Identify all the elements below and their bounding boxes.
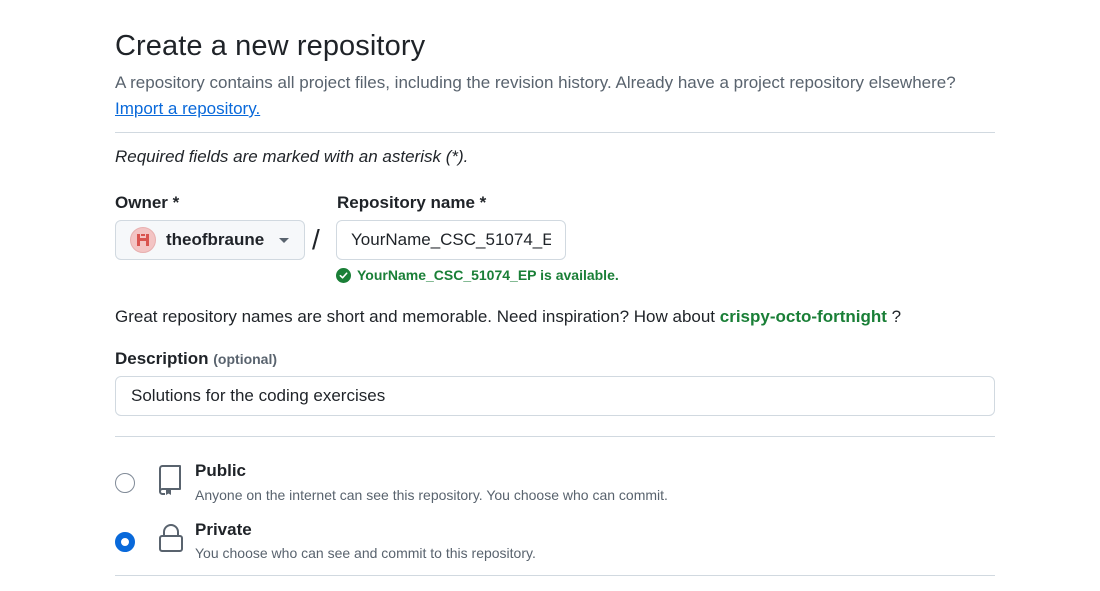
inspiration-text: Great repository names are short and mem… — [115, 307, 716, 326]
owner-repo-separator: / — [312, 224, 320, 255]
chevron-down-icon — [279, 238, 289, 243]
private-title: Private — [195, 520, 252, 539]
public-radio[interactable] — [115, 473, 135, 493]
availability-message: YourName_CSC_51074_EP is available. — [336, 267, 619, 283]
name-inspiration: Great repository names are short and mem… — [115, 307, 901, 327]
optional-hint: (optional) — [213, 351, 278, 367]
import-repository-link[interactable]: Import a repository. — [115, 99, 260, 119]
public-title: Public — [195, 461, 247, 480]
check-circle-icon — [336, 267, 351, 283]
description-label-text: Description — [115, 349, 209, 368]
owner-label: Owner * — [115, 193, 180, 212]
suggested-name[interactable]: crispy-octo-fortnight — [720, 307, 887, 326]
lock-icon — [159, 524, 183, 552]
divider — [115, 436, 995, 437]
private-radio[interactable] — [115, 532, 135, 552]
public-description: Anyone on the internet can see this repo… — [195, 487, 668, 503]
page-title: Create a new repository — [115, 30, 426, 62]
avatar-identicon-icon — [137, 234, 149, 246]
availability-text: YourName_CSC_51074_EP is available. — [357, 267, 619, 283]
divider — [115, 575, 995, 576]
avatar — [130, 227, 156, 253]
required-fields-note: Required fields are marked with an aster… — [115, 147, 469, 166]
repo-icon — [159, 465, 181, 495]
owner-select[interactable]: theofbraune — [115, 220, 305, 260]
description-input[interactable] — [115, 376, 995, 416]
description-label: Description (optional) — [115, 349, 277, 369]
page-subtitle: A repository contains all project files,… — [115, 73, 956, 92]
owner-name: theofbraune — [166, 230, 265, 249]
divider — [115, 132, 995, 133]
repo-name-input[interactable] — [336, 220, 566, 260]
create-repo-page: Create a new repository A repository con… — [0, 0, 1100, 591]
inspiration-suffix: ? — [891, 307, 902, 326]
private-description: You choose who can see and commit to thi… — [195, 545, 536, 561]
repo-name-label: Repository name * — [337, 193, 487, 212]
